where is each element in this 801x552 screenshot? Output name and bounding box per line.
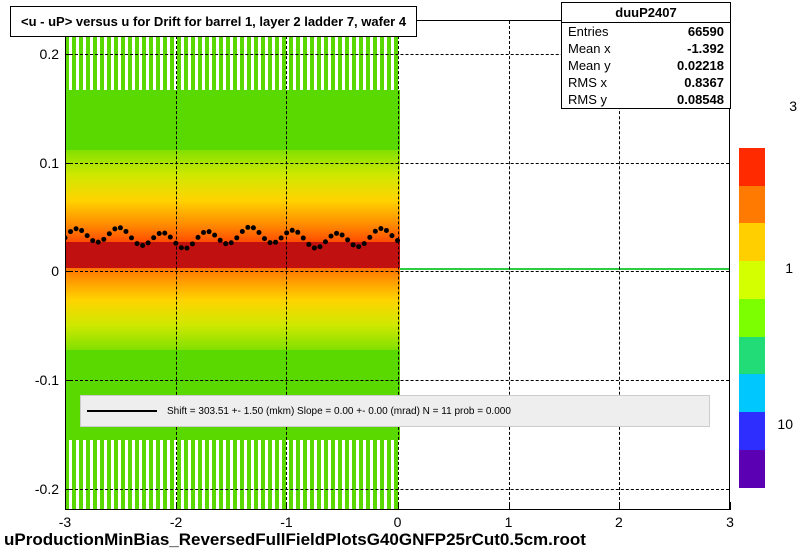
meanx-label: Mean x (568, 41, 611, 56)
tick-mark (730, 502, 731, 510)
stats-row: Mean x -1.392 (562, 40, 730, 57)
footer-filename: uProductionMinBias_ReversedFullFieldPlot… (0, 530, 801, 550)
hist-name: duuP2407 (562, 3, 730, 23)
colorbar-tick-label: 1 (785, 260, 793, 276)
stats-box: duuP2407 Entries 66590 Mean x -1.392 Mean … (561, 2, 731, 109)
tick-mark (65, 380, 73, 381)
tick-mark (65, 271, 73, 272)
gridline-vertical (176, 21, 177, 510)
fit-legend: Shift = 303.51 +- 1.50 (mkm) Slope = 0.0… (80, 395, 710, 427)
x-tick-label: -1 (280, 510, 292, 530)
tick-mark (65, 163, 73, 164)
rmsy-value: 0.08548 (677, 92, 724, 107)
rmsx-label: RMS x (568, 75, 607, 90)
gridline-vertical (509, 21, 510, 510)
colorbar (739, 148, 765, 488)
y-tick-label: 0 (51, 263, 65, 279)
x-tick-label: 0 (394, 510, 402, 530)
gridline-vertical (286, 21, 287, 510)
entries-label: Entries (568, 24, 608, 39)
y-tick-label: -0.1 (35, 372, 65, 388)
meanx-value: -1.392 (687, 41, 724, 56)
fit-text: Shift = 303.51 +- 1.50 (mkm) Slope = 0.0… (167, 406, 511, 417)
stats-row: Mean y 0.02218 (562, 57, 730, 74)
meany-label: Mean y (568, 58, 611, 73)
y-tick-label: 0.2 (40, 46, 65, 62)
y-tick-label: -0.2 (35, 481, 65, 497)
meany-value: 0.02218 (677, 58, 724, 73)
entries-value: 66590 (688, 24, 724, 39)
tick-mark (176, 502, 177, 510)
x-tick-label: 2 (615, 510, 623, 530)
rmsy-label: RMS y (568, 92, 607, 107)
gridline-vertical (398, 21, 399, 510)
plot-title: <u - uP> versus u for Drift for barrel 1… (10, 6, 417, 37)
x-tick-label: 3 (726, 510, 734, 530)
x-tick-label: 1 (505, 510, 513, 530)
tick-mark (65, 54, 73, 55)
stats-row: Entries 66590 (562, 23, 730, 40)
tick-mark (398, 502, 399, 510)
tick-mark (65, 502, 66, 510)
tick-mark (65, 489, 73, 490)
x-tick-label: -2 (170, 510, 182, 530)
stats-row: RMS y 0.08548 (562, 91, 730, 108)
overflow-tick: 3 (789, 98, 797, 114)
rmsx-value: 0.8367 (684, 75, 724, 90)
tick-mark (619, 502, 620, 510)
tick-mark (509, 502, 510, 510)
y-tick-label: 0.1 (40, 155, 65, 171)
colorbar-tick-label: 10 (777, 416, 793, 432)
x-tick-label: -3 (59, 510, 71, 530)
tick-mark (286, 502, 287, 510)
stats-row: RMS x 0.8367 (562, 74, 730, 91)
fit-line-sample (87, 410, 157, 412)
